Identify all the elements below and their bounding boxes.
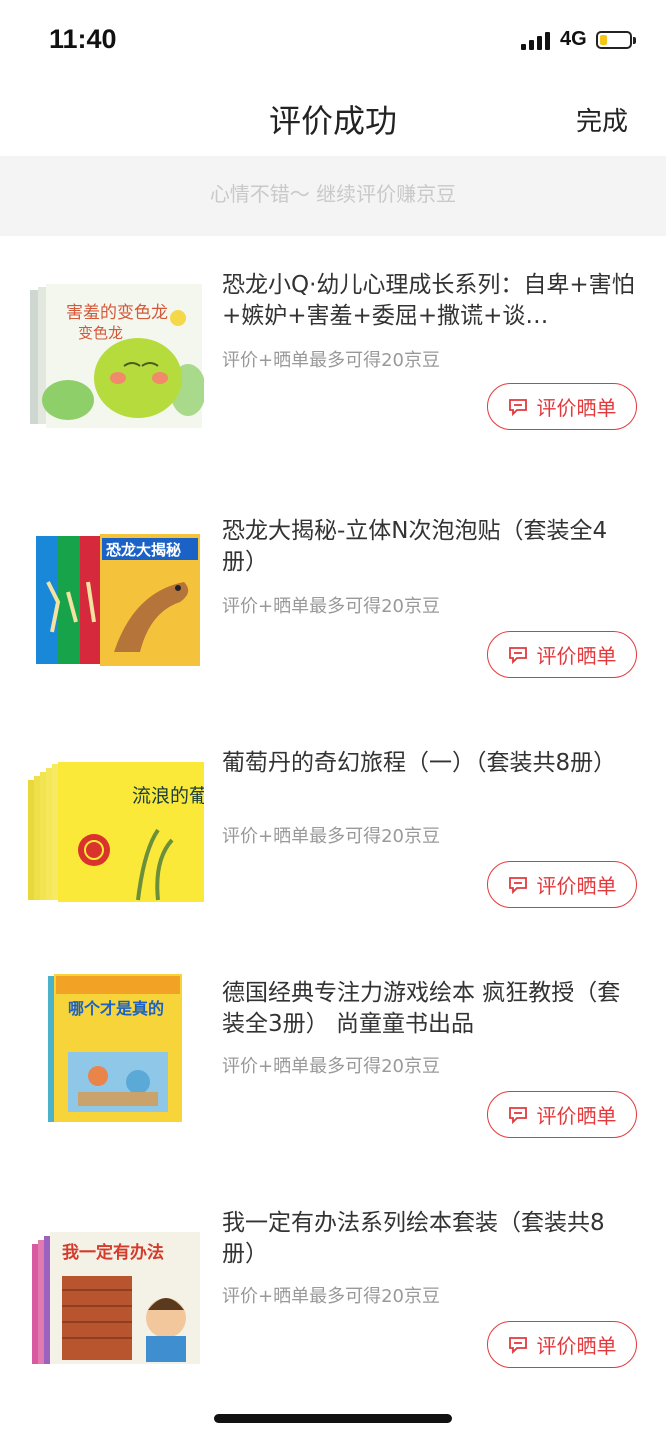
product-title[interactable]: 葡萄丹的奇幻旅程（一）（套装共8册） — [222, 748, 636, 779]
cover-title-text: 恐龙大揭秘 — [106, 541, 181, 559]
reward-hint: 评价+晒单最多可得20京豆 — [222, 1056, 440, 1077]
page-title: 评价成功 — [268, 102, 397, 140]
product-cover-image[interactable]: 害羞的变色龙 变色龙 — [28, 280, 204, 432]
comment-icon — [508, 398, 527, 416]
network-type: 4G — [560, 28, 587, 50]
list-item: 恐龙大揭秘 恐龙大揭秘-立体N次泡泡贴（套装全4册） 评价+晒单最多可得20京豆… — [0, 482, 666, 712]
cover-title-text: 哪个才是真的 — [68, 999, 164, 1018]
cover-title-text: 害羞的变色龙 — [66, 303, 168, 323]
product-cover-image[interactable]: 流浪的葡萄丹 — [28, 760, 204, 912]
cover-title-text: 流浪的葡萄丹 — [132, 785, 204, 807]
home-indicator — [214, 1414, 452, 1423]
comment-icon — [508, 1106, 527, 1124]
reward-hint: 评价+晒单最多可得20京豆 — [222, 350, 440, 371]
review-button-label: 评价晒单 — [536, 1334, 617, 1358]
cellular-signal-icon — [521, 32, 553, 50]
review-button[interactable]: 评价晒单 — [487, 1321, 637, 1368]
svg-text:变色龙: 变色龙 — [78, 324, 123, 342]
product-cover-image[interactable]: 恐龙大揭秘 — [28, 522, 204, 674]
list-item: 我一定有办法 我一定有办法系列绘本套装（套装共8册） 评价+晒单最多可得20京豆… — [0, 1172, 666, 1402]
product-title[interactable]: 恐龙大揭秘-立体N次泡泡贴（套装全4册） — [222, 516, 636, 578]
list-item: 流浪的葡萄丹 葡萄丹的奇幻旅程（一）（套装共8册） 评价+晒单最多可得20京豆 … — [0, 712, 666, 942]
done-button[interactable]: 完成 — [576, 101, 628, 138]
product-cover-image[interactable]: 我一定有办法 — [28, 1214, 204, 1366]
review-button[interactable]: 评价晒单 — [487, 861, 637, 908]
review-button-label: 评价晒单 — [536, 1104, 617, 1128]
product-title[interactable]: 我一定有办法系列绘本套装（套装共8册） — [222, 1208, 636, 1270]
reward-hint: 评价+晒单最多可得20京豆 — [222, 826, 440, 847]
review-button-label: 评价晒单 — [536, 644, 617, 668]
battery-icon — [596, 31, 636, 49]
review-button-label: 评价晒单 — [536, 396, 617, 420]
comment-icon — [508, 646, 527, 664]
product-title[interactable]: 德国经典专注力游戏绘本 疯狂教授（套装全3册） 尚童童书出品 — [222, 978, 636, 1040]
reward-hint: 评价+晒单最多可得20京豆 — [222, 596, 440, 617]
review-button[interactable]: 评价晒单 — [487, 631, 637, 678]
review-button-label: 评价晒单 — [536, 874, 617, 898]
comment-icon — [508, 876, 527, 894]
comment-icon — [508, 1336, 527, 1354]
cover-title-text: 我一定有办法 — [62, 1242, 164, 1263]
status-time: 11:40 — [49, 24, 117, 54]
review-button[interactable]: 评价晒单 — [487, 383, 637, 430]
review-button[interactable]: 评价晒单 — [487, 1091, 637, 1138]
product-title[interactable]: 恐龙小Q·幼儿心理成长系列：自卑+害怕+嫉妒+害羞+委屈+撒谎+谈… — [222, 270, 636, 332]
reward-hint: 评价+晒单最多可得20京豆 — [222, 1286, 440, 1307]
navigation-bar: 评价成功 完成 — [0, 80, 666, 156]
list-item: 哪个才是真的 德国经典专注力游戏绘本 疯狂教授（套装全3册） 尚童童书出品 评价… — [0, 942, 666, 1172]
banner-text: 心情不错～ 继续评价赚京豆 — [209, 182, 457, 206]
product-cover-image[interactable]: 哪个才是真的 — [28, 972, 204, 1124]
review-banner: 心情不错～ 继续评价赚京豆 — [0, 156, 666, 236]
list-item: 害羞的变色龙 变色龙 恐龙小Q·幼儿心理成长系列：自卑+害怕+嫉妒+害羞+委屈+… — [0, 236, 666, 466]
status-bar: 11:40 4G — [0, 0, 666, 80]
